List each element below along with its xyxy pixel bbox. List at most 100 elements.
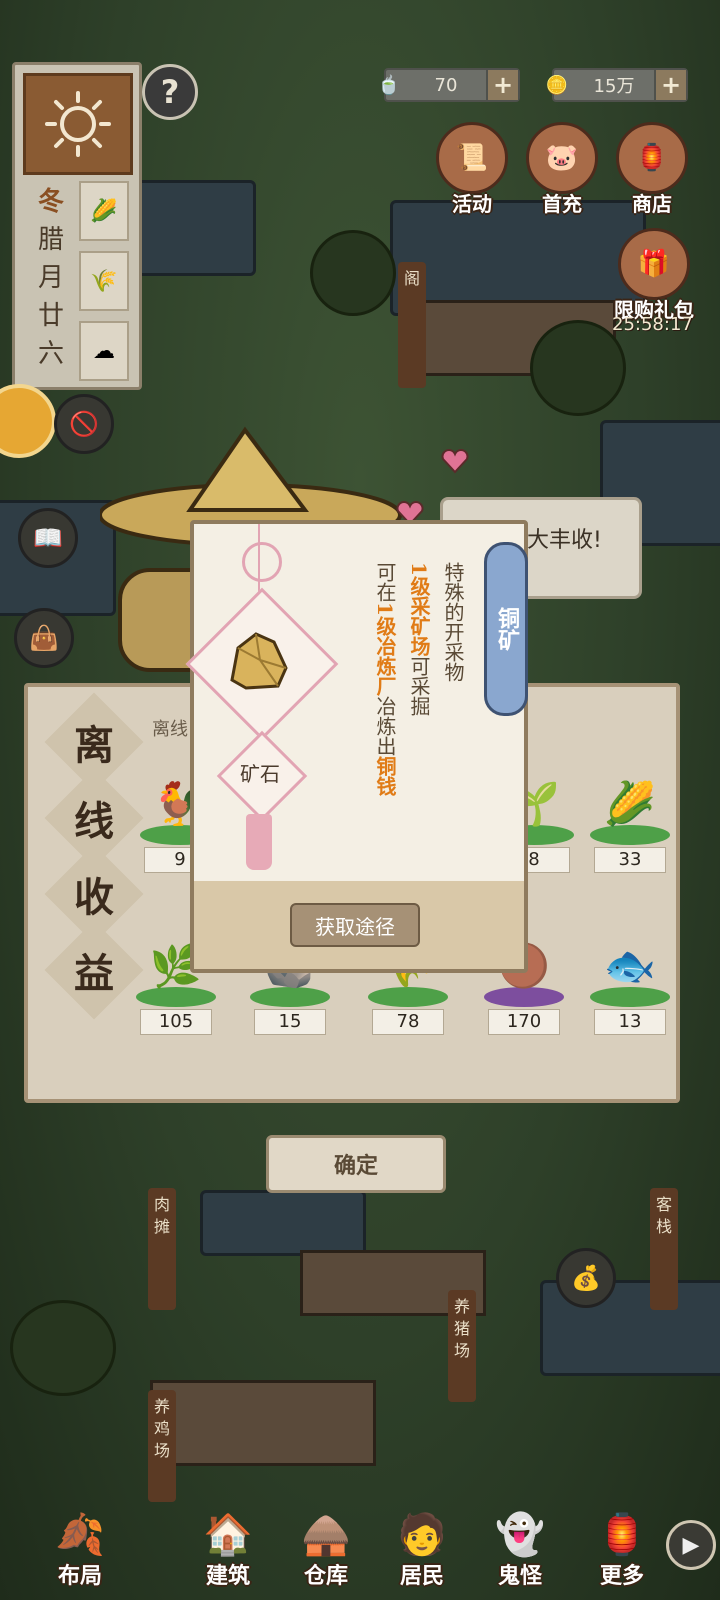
chevron-right-icon[interactable]: ▶ [666,1520,716,1570]
first-charge-button[interactable]: 🐷 首充 [522,122,602,217]
nav-label: 仓库 [303,1563,348,1589]
add-tea-button[interactable]: + [486,70,518,100]
nav-more[interactable]: 🏮 更多 [572,1511,672,1590]
resident-icon: 🧑 [397,1512,447,1558]
corn-icon: 🌽 [603,779,657,828]
stall-roof [200,1190,366,1256]
sign-label: 养猪场 [453,1297,470,1360]
limited-pack-button[interactable]: 🎁 限购礼包 [606,228,702,323]
sign-label: 肉摊 [153,1195,170,1236]
resource-count: 170 [488,1009,560,1035]
season-panel[interactable]: 冬 腊 月 廿 六 🌽 🌾 ☁ [12,62,142,390]
shed [150,1380,376,1466]
building-icon: 🏠 [203,1512,253,1558]
bag-icon[interactable]: 👜 [14,608,74,668]
wheat-icon: 🌾 [79,251,129,311]
tree [310,230,396,316]
bottom-nav: 🍂 布局 🏠 建筑 🛖 仓库 🧑 居民 👻 鬼怪 🏮 更多 ▶ [0,1470,720,1600]
nav-warehouse[interactable]: 🛖 仓库 [276,1511,376,1590]
offline-title: 离 线 收 益 [44,692,144,1020]
cloud-icon: ☁ [79,321,129,381]
date-char: 月 [37,263,64,293]
desc-line: 可在 [373,562,397,602]
nav-ghosts[interactable]: 👻 鬼怪 [470,1511,570,1590]
popup-footer: 获取途径 [194,881,524,969]
tea-cup-icon: 🍵 [377,74,401,96]
season-char: 冬 [37,187,64,217]
resource-count: 105 [140,1009,212,1035]
title-char: 益 [44,920,144,1020]
resource-count: 33 [594,847,666,873]
heart-icon [441,449,469,474]
resource-item-corn[interactable]: 🌽 33 [590,757,670,873]
book-icon[interactable]: 📖 [18,508,78,568]
season-icons: 🌽 🌾 ☁ [79,181,129,391]
resource-count: 78 [372,1009,444,1035]
sun-icon [45,91,111,157]
resource-item-fish[interactable]: 🐟 13 [590,919,670,1035]
help-button[interactable]: ? [142,64,198,120]
sign-label: 阁 [403,269,420,288]
currency-coin[interactable]: 🪙 15万 + [546,68,688,102]
currency-value: 15万 [593,76,635,97]
resource-count: 15 [254,1009,326,1035]
add-coin-button[interactable]: + [654,70,686,100]
copper-coin-icon: 🪙 [545,74,569,96]
acquire-method-button[interactable]: 获取途径 [290,903,420,947]
date-text: 冬 腊 月 廿 六 [31,183,71,373]
speech-text: 大丰收! [527,528,602,553]
nav-label: 鬼怪 [497,1563,542,1589]
nav-label: 更多 [599,1563,644,1589]
pig-icon: 🐷 [526,122,598,194]
corn-icon: 🌽 [79,181,129,241]
sack-icon[interactable]: 💰 [556,1248,616,1308]
copper-ore-icon [230,632,288,690]
date-char: 六 [37,339,64,369]
warehouse-icon: 🛖 [301,1512,351,1558]
nav-label: 居民 [399,1563,444,1589]
limited-pack-timer: 25:58:17 [612,314,693,335]
desc-line: 特殊的开采物 [441,562,465,682]
sign-pig-farm[interactable]: 养猪场 [448,1290,476,1402]
confirm-button[interactable]: 确定 [266,1135,446,1193]
currency-value: 70 [434,74,458,96]
date-char: 廿 [37,301,64,331]
nav-building[interactable]: 🏠 建筑 [178,1511,278,1590]
resource-count: 13 [594,1009,666,1035]
sign-label: 养鸡场 [153,1397,170,1460]
tree [10,1300,116,1396]
activity-button[interactable]: 📜 活动 [432,122,512,217]
first-charge-label: 首充 [542,192,582,216]
knot-icon [242,542,282,582]
weather-box [23,73,133,175]
desc-line: 冶炼出 [373,695,397,756]
layout-icon: 🍂 [55,1512,105,1558]
nav-layout[interactable]: 🍂 布局 [30,1511,130,1590]
desc-highlight: 1级冶炼厂 [373,602,397,696]
item-detail-popup: 矿石 特殊的开采物 1级采矿场可采掘 可在1级冶炼厂冶炼出铜钱 获取途径 [185,520,528,973]
scroll-icon: 📜 [436,122,508,194]
sign-inn[interactable]: 客栈 [650,1188,678,1310]
sign-butcher[interactable]: 肉摊 [148,1188,176,1310]
nav-label: 建筑 [205,1563,250,1589]
item-description: 特殊的开采物 1级采矿场可采掘 可在1级冶炼厂冶炼出铜钱 [368,562,470,862]
desc-highlight: 铜钱 [373,755,397,796]
date-char: 腊 [37,225,64,255]
desc-highlight: 1级采矿场 [407,562,431,656]
ghost-icon: 👻 [495,1512,545,1558]
no-wine-icon[interactable]: 🚫 [54,394,114,454]
item-type: 矿石 [240,762,280,786]
sign-pavilion[interactable]: 阁 [398,262,426,388]
currency-tea[interactable]: 🍵 70 + [378,68,520,102]
shop-button[interactable]: 🏮 商店 [612,122,692,217]
sign-label: 客栈 [655,1195,672,1236]
item-name-tab: 铜矿 [484,542,528,716]
ingot-icon: 🏮 [616,122,688,194]
house-roof [130,180,256,276]
offline-subtitle: 离线 [152,719,188,740]
tassel [246,814,272,870]
fish-icon: 🐟 [603,941,657,990]
shop-label: 商店 [632,192,672,216]
nav-residents[interactable]: 🧑 居民 [372,1511,472,1590]
activity-label: 活动 [452,192,492,216]
